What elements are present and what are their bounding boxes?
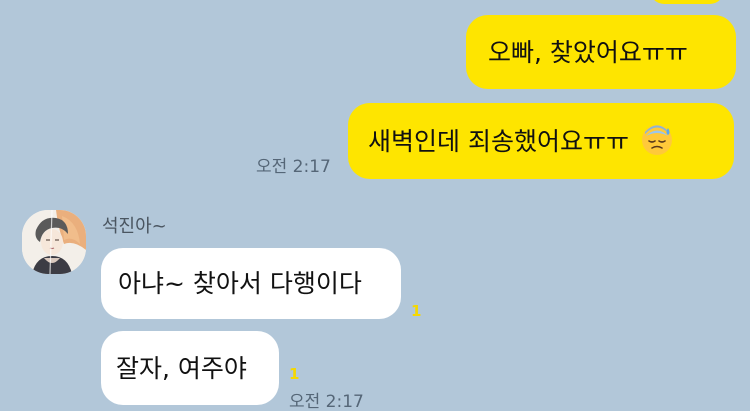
message-timestamp: 오전 2:17 — [256, 157, 331, 177]
incoming-message[interactable]: 아냐~ 찾아서 다행이다 — [101, 248, 401, 319]
message-text: 오빠, 찾았어요ㅠㅠ — [488, 37, 688, 67]
message-text: 새벽인데 죄송했어요ㅠㅠ — [368, 126, 629, 156]
message-text: 잘자, 여주야 — [116, 353, 247, 383]
message-timestamp: 오전 2:17 — [289, 392, 364, 411]
message-text: 아냐~ 찾아서 다행이다 — [118, 269, 362, 298]
unread-count: 1 — [411, 302, 422, 320]
sender-name: 석진아~ — [102, 216, 167, 237]
unread-count: 1 — [289, 365, 300, 383]
sender-avatar[interactable] — [22, 210, 86, 274]
outgoing-message[interactable]: 오빠, 찾았어요ㅠㅠ — [466, 15, 736, 89]
incoming-message[interactable]: 잘자, 여주야 — [101, 331, 279, 405]
outgoing-message-partial[interactable] — [650, 0, 724, 4]
downcast-sweat-face-icon — [639, 121, 675, 161]
outgoing-message[interactable]: 새벽인데 죄송했어요ㅠㅠ — [348, 103, 734, 179]
chat-room: 오빠, 찾았어요ㅠㅠ 새벽인데 죄송했어요ㅠㅠ 오전 2:17 석진아~ 아냐~… — [0, 0, 750, 411]
